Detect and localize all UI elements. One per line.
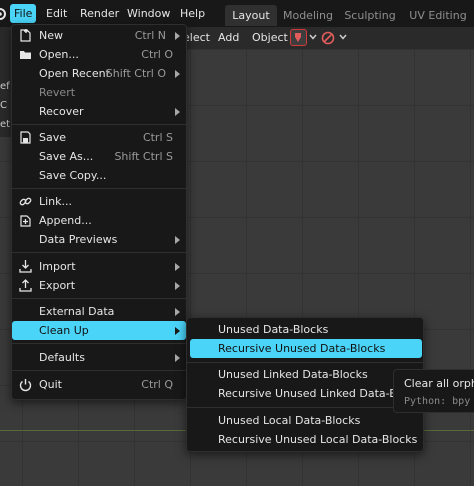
menu-separator (12, 370, 186, 371)
submenu-arrow-icon (175, 354, 180, 362)
snap-toggle-button[interactable] (290, 29, 307, 46)
file-menu-revert[interactable]: Revert (12, 83, 186, 102)
menu-separator (12, 343, 186, 344)
tooltip-description: Clear all orpha (404, 377, 474, 390)
menu-separator (12, 298, 186, 299)
file-menu-append[interactable]: Append... (12, 211, 186, 230)
submenu-arrow-icon (175, 308, 180, 316)
menu-help[interactable]: Help (180, 4, 205, 23)
file-menu-import[interactable]: Import (12, 257, 186, 276)
export-icon (19, 279, 32, 292)
menu-separator (12, 252, 186, 253)
proportional-dropdown-chevron-icon[interactable] (339, 34, 347, 40)
file-menu-external-data[interactable]: External Data (12, 302, 186, 321)
tooltip: Clear all orpha Python: bpy (393, 369, 474, 413)
proportional-edit-icon (321, 31, 335, 45)
file-menu-open[interactable]: Open... Ctrl O (12, 45, 186, 64)
power-icon (19, 379, 32, 392)
save-icon (20, 131, 31, 144)
cleanup-unused-linked-data-blocks[interactable]: Unused Linked Data-Blocks (190, 365, 422, 384)
folder-icon (20, 51, 31, 59)
submenu-arrow-icon (175, 32, 180, 40)
menu-edit[interactable]: Edit (46, 4, 67, 23)
new-file-icon (20, 29, 31, 42)
menu-separator (12, 124, 186, 125)
file-menu-data-previews[interactable]: Data Previews (12, 230, 186, 249)
import-icon (19, 260, 32, 273)
tab-uv-editing[interactable]: UV Editing (406, 5, 470, 26)
file-menu-save-as[interactable]: Save As... Shift Ctrl S (12, 147, 186, 166)
tab-layout[interactable]: Layout (225, 5, 277, 26)
file-menu-recover[interactable]: Recover (12, 102, 186, 121)
blender-logo-icon[interactable] (0, 4, 8, 22)
cleanup-recursive-unused-data-blocks[interactable]: Recursive Unused Data-Blocks (190, 339, 422, 358)
menu-separator (187, 407, 423, 408)
snap-dropdown-chevron-icon[interactable] (309, 34, 317, 40)
append-icon (20, 215, 31, 227)
clean-up-submenu: Unused Data-Blocks Recursive Unused Data… (186, 317, 425, 452)
submenu-arrow-icon (175, 70, 180, 78)
snap-icon (295, 33, 301, 42)
file-menu-new[interactable]: New Ctrl N (12, 26, 186, 45)
viewport-object-menu[interactable]: Object (252, 30, 288, 46)
tab-modeling[interactable]: Modeling (280, 5, 336, 26)
tab-sculpting[interactable]: Sculpting (342, 5, 398, 26)
link-icon (19, 197, 32, 206)
submenu-arrow-icon (175, 108, 180, 116)
file-menu-open-recent[interactable]: Open Recent Shift Ctrl O (12, 64, 186, 83)
top-bar: File Edit Render Window Help Layout Mode… (0, 0, 474, 27)
file-menu-clean-up[interactable]: Clean Up (12, 321, 186, 340)
cleanup-recursive-unused-linked-data-blocks[interactable]: Recursive Unused Linked Data-Blocks (190, 384, 425, 403)
file-menu-export[interactable]: Export (12, 276, 186, 295)
cleanup-unused-local-data-blocks[interactable]: Unused Local Data-Blocks (190, 411, 422, 430)
file-menu-defaults[interactable]: Defaults (12, 348, 186, 367)
menu-file[interactable]: File (10, 4, 37, 23)
file-menu: New Ctrl N Open... Ctrl O Open Recent Sh… (11, 24, 187, 400)
proportional-edit-button[interactable] (320, 29, 337, 46)
file-menu-link[interactable]: Link... (12, 192, 186, 211)
viewport-select-menu[interactable]: elect (183, 30, 210, 46)
menu-separator (187, 362, 423, 363)
submenu-arrow-icon (175, 263, 180, 271)
menu-separator (12, 188, 186, 189)
viewport-add-menu[interactable]: Add (218, 30, 239, 46)
submenu-arrow-icon (175, 236, 180, 244)
submenu-arrow-icon (175, 282, 180, 290)
submenu-arrow-icon (175, 327, 180, 335)
tooltip-python-path: Python: bpy (404, 396, 471, 407)
file-menu-save[interactable]: Save Ctrl S (12, 128, 186, 147)
file-menu-save-copy[interactable]: Save Copy... (12, 166, 186, 185)
menu-render[interactable]: Render (80, 4, 119, 23)
file-menu-quit[interactable]: Quit Ctrl Q (12, 375, 186, 394)
cleanup-recursive-unused-local-data-blocks[interactable]: Recursive Unused Local Data-Blocks (190, 430, 422, 449)
menu-window[interactable]: Window (127, 4, 170, 23)
cleanup-unused-data-blocks[interactable]: Unused Data-Blocks (190, 320, 422, 339)
